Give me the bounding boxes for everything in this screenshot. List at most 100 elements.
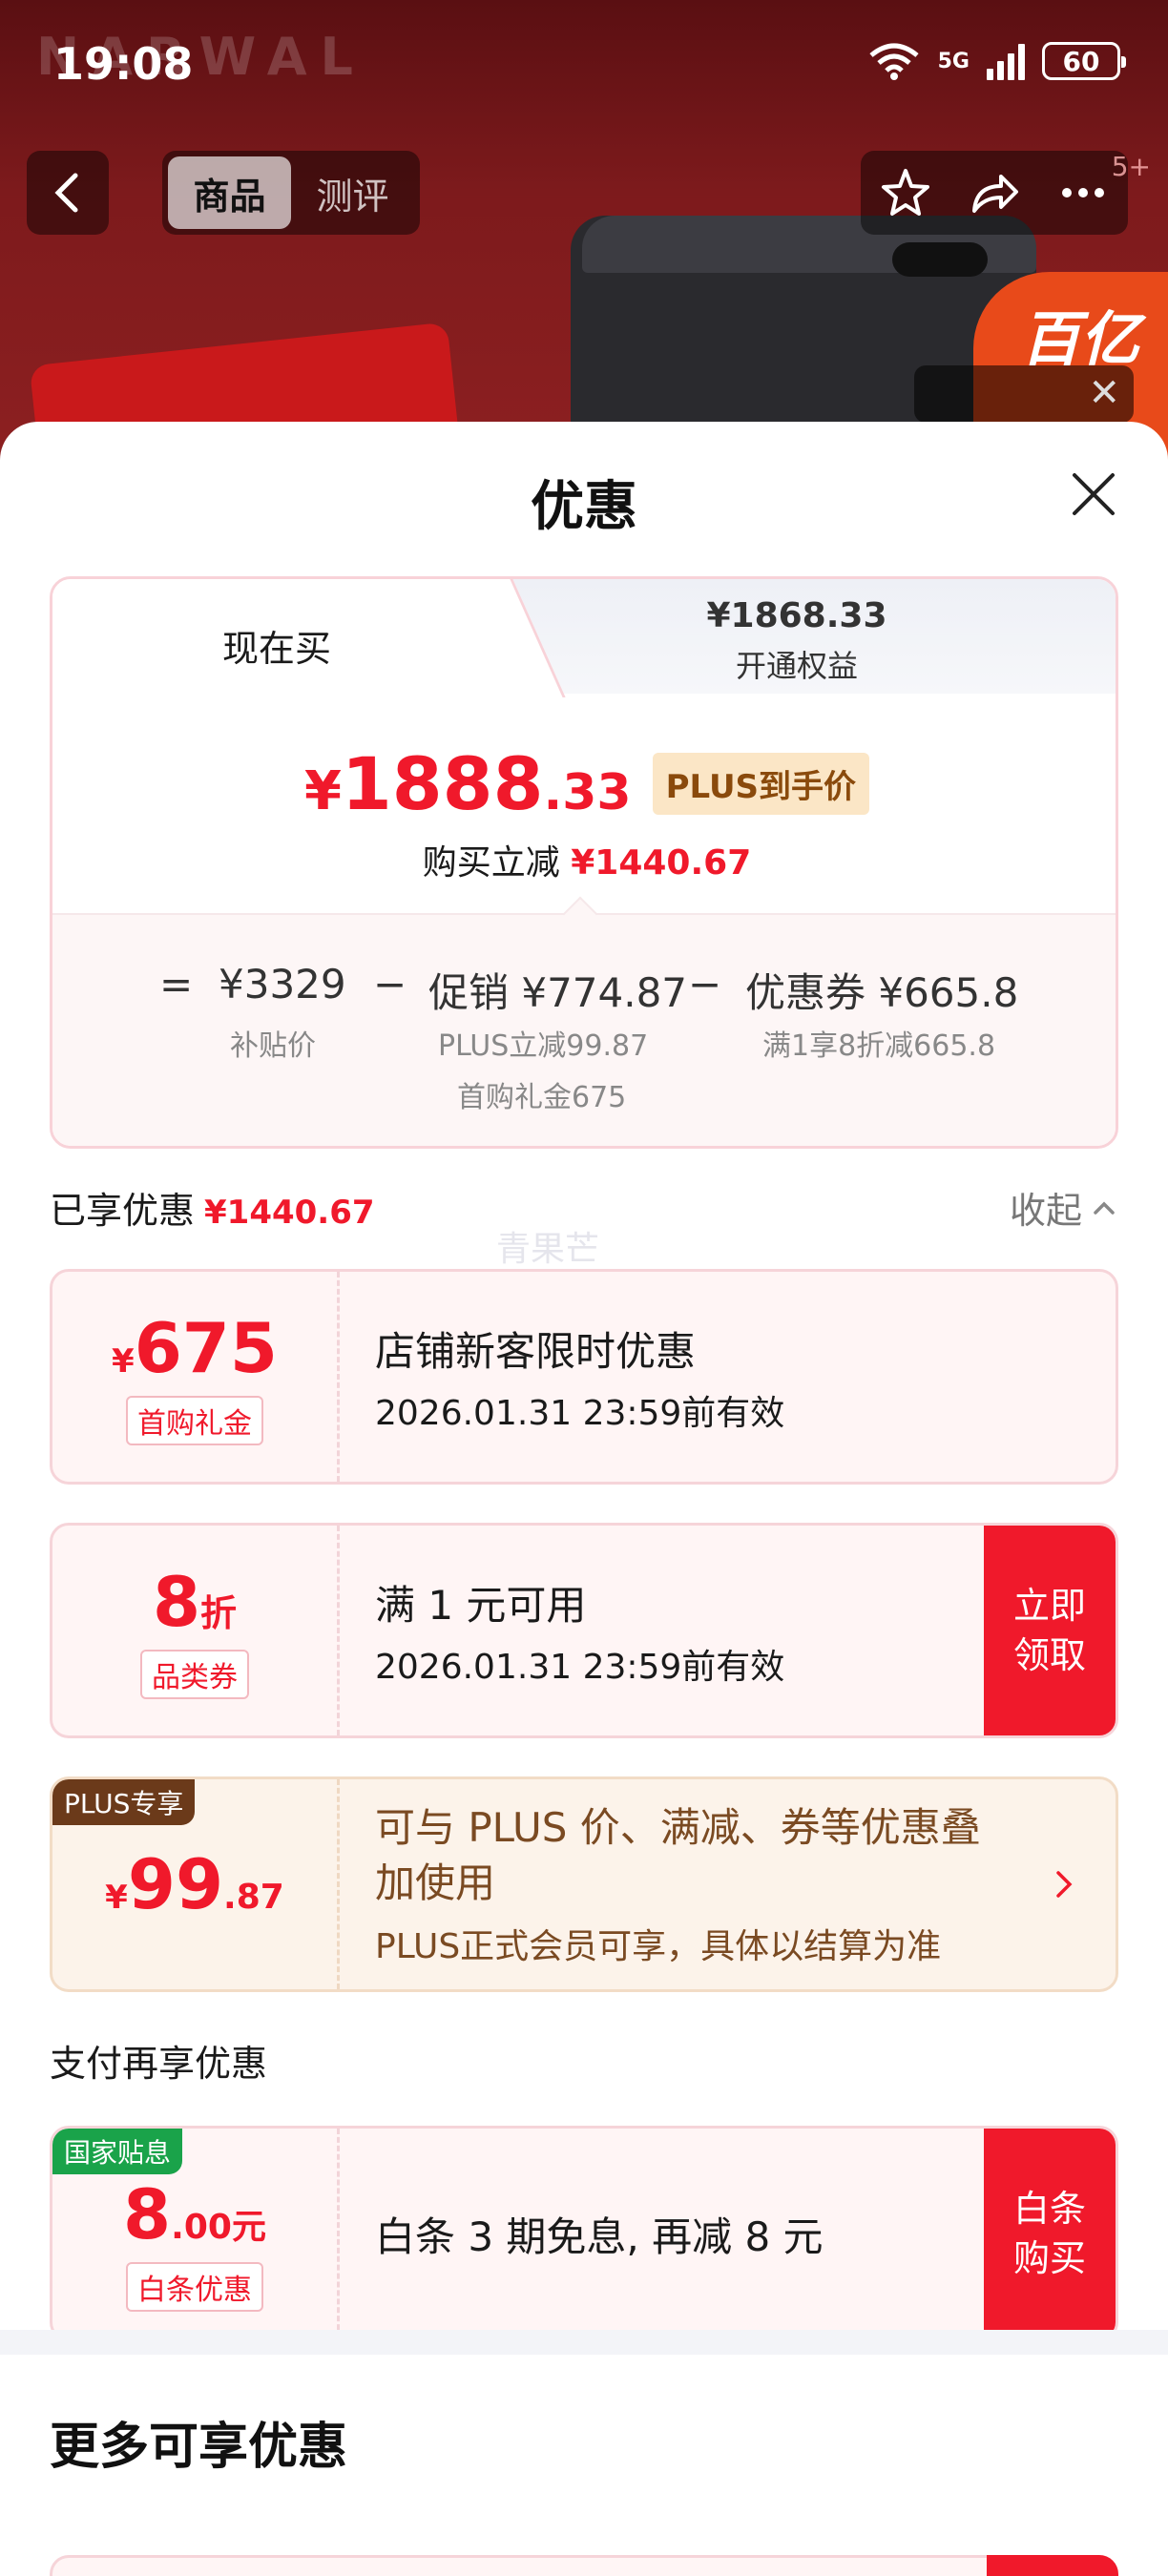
formula-base-label: 补贴价 — [230, 1029, 316, 1063]
amount-decimal: .00 — [171, 2208, 232, 2247]
price-decimal: .33 — [543, 764, 632, 821]
collapse-toggle[interactable]: 收起 — [1010, 1181, 1118, 1234]
top-actions — [861, 151, 1128, 235]
baitiao-buy-button[interactable]: 白条 购买 — [984, 2129, 1116, 2338]
share-icon[interactable] — [967, 165, 1022, 220]
coupon-detail: 店铺新客限时优惠 2026.01.31 23:59前有效 — [375, 1272, 972, 1482]
battery-icon: 60 — [1042, 42, 1126, 80]
battery-level: 60 — [1062, 45, 1100, 77]
chevron-right-icon — [1051, 1779, 1077, 1989]
tab-plus-label: 开通权益 — [735, 648, 858, 684]
coupon-title: 白条 3 期免息, 再减 8 元 — [375, 2212, 824, 2260]
formula-minus-1: − — [373, 961, 407, 1008]
discount-sheet: 优惠 现在买 ¥1868.33 开通权益 ¥ 1888 .33 PLUS到手价 … — [0, 422, 1168, 2576]
close-icon[interactable]: ✕ — [1088, 371, 1120, 415]
watermark: 青果芒 — [496, 1230, 600, 1269]
close-icon — [1073, 473, 1115, 515]
coupon-divider — [337, 1779, 340, 1989]
coupon-detail: 白条 3 期免息, 再减 8 元 — [375, 2129, 972, 2338]
chevron-up-icon — [1094, 1201, 1115, 1215]
reduce-value: ¥1440.67 — [571, 843, 752, 883]
product-handle — [892, 242, 988, 277]
coupon-plus[interactable]: ¥ 99 .87 PLUS专享 可与 PLUS 价、满减、券等优惠叠加使用 PL… — [50, 1776, 1118, 1992]
coupon-divider — [337, 1526, 340, 1735]
coupon-type-tag: 白条优惠 — [126, 2262, 263, 2312]
floating-ad: ✕ — [914, 365, 1134, 423]
tab-product[interactable]: 商品 — [168, 156, 291, 229]
formula-coupon: 优惠券 ¥665.8 — [745, 969, 1019, 1016]
claim-coupon-button[interactable]: 立即 领取 — [984, 1526, 1116, 1735]
reduce-label: 购买立减 — [422, 843, 560, 883]
coupon-validity: 2026.01.31 23:59前有效 — [375, 1393, 785, 1433]
tab-plus-price: ¥1868.33 — [706, 596, 887, 635]
signal-icon — [987, 42, 1025, 80]
coupon-title: 可与 PLUS 价、满减、券等优惠叠加使用 — [375, 1804, 981, 1906]
coupon-baitiao: 8 .00 元 白条优惠 国家贴息 白条 3 期免息, 再减 8 元 白条 购买 — [50, 2126, 1118, 2341]
status-time: 19:08 — [53, 38, 194, 90]
coupon-first-purchase: ¥ 675 首购礼金 店铺新客限时优惠 2026.01.31 23:59前有效 — [50, 1269, 1118, 1485]
gov-subsidy-tag: 国家贴息 — [52, 2129, 183, 2174]
coupon-note: PLUS正式会员可享，具体以结算为准 — [375, 1927, 942, 1966]
plus-exclusive-tag: PLUS专享 — [52, 1779, 196, 1825]
final-price: ¥ 1888 .33 PLUS到手价 — [52, 741, 1116, 826]
more-icon[interactable] — [1055, 165, 1111, 220]
formula-coupon-label: 满1享8折减665.8 — [762, 1029, 996, 1063]
coupon-category: 8 折 品类券 满 1 元可用 2026.01.31 23:59前有效 立即 领… — [50, 1523, 1118, 1738]
coupon-amount: 8 折 — [153, 1562, 237, 1642]
coupon-type-tag: 首购礼金 — [126, 1396, 263, 1445]
coupon-amount: 8 .00 元 — [123, 2174, 266, 2254]
coupon-title: 满 1 元可用 — [375, 1581, 587, 1629]
currency-symbol: ¥ — [105, 1879, 128, 1917]
back-button[interactable] — [27, 151, 109, 235]
section-separator — [0, 2330, 1168, 2355]
plus-price-tag: PLUS到手价 — [652, 753, 870, 815]
formula-minus-2: − — [688, 961, 722, 1008]
reduce-summary: 购买立减 ¥1440.67 — [52, 835, 1116, 884]
close-button[interactable] — [1069, 469, 1118, 519]
coupon-amount-area: ¥ 675 首购礼金 — [52, 1272, 337, 1482]
network-type: 5G — [937, 49, 970, 73]
more-discounts-title: 更多可享优惠 — [50, 2419, 348, 2476]
coupon-amount: ¥ 99 .87 — [105, 1844, 284, 1924]
status-icons: 5G 60 — [867, 42, 1126, 80]
coupon-detail: 满 1 元可用 2026.01.31 23:59前有效 — [375, 1526, 972, 1735]
coupon-peek-button[interactable] — [987, 2555, 1118, 2576]
coupon-amount-area: 8 折 品类券 — [52, 1526, 337, 1735]
promo-badge-text: 百亿 — [1021, 304, 1140, 374]
amount-value: 675 — [134, 1308, 278, 1388]
background-product-page: 百亿 NARWAL 19:08 5G 60 商品 测评 5+ ✕ — [0, 0, 1168, 477]
coupon-amount: ¥ 675 — [112, 1308, 278, 1388]
coupon-title: 店铺新客限时优惠 — [375, 1327, 697, 1375]
coupon-type-tag: 品类券 — [140, 1650, 249, 1699]
formula-promo-gift: 首购礼金675 — [457, 1081, 627, 1114]
formula-base-price: ¥3329 — [219, 961, 346, 1008]
amount-unit: 元 — [231, 2208, 266, 2247]
currency-symbol: ¥ — [112, 1342, 135, 1381]
notification-badge: 5+ — [1111, 151, 1151, 182]
price-symbol: ¥ — [303, 760, 342, 822]
enjoyed-label: 已享优惠 — [50, 1190, 196, 1232]
formula-equals: = — [159, 961, 194, 1008]
discount-unit: 折 — [200, 1592, 238, 1634]
enjoyed-discount: 已享优惠 ¥1440.67 — [50, 1181, 375, 1234]
coupon-divider — [337, 1272, 340, 1482]
tab-buy-now-label: 现在买 — [221, 628, 331, 670]
chevron-left-icon — [54, 173, 78, 213]
coupon-divider — [337, 2129, 340, 2338]
price-integer: 1888 — [341, 741, 544, 826]
coupon-validity: 2026.01.31 23:59前有效 — [375, 1647, 785, 1687]
formula-promo-plus: PLUS立减99.87 — [438, 1029, 649, 1063]
segment-tabs: 商品 测评 — [162, 151, 420, 235]
sheet-title: 优惠 — [531, 476, 637, 538]
amount-value: 99 — [127, 1844, 224, 1924]
collapse-label: 收起 — [1009, 1190, 1082, 1232]
tab-review[interactable]: 测评 — [291, 156, 414, 229]
amount-decimal: .87 — [223, 1878, 284, 1917]
amount-value: 8 — [123, 2174, 172, 2254]
wifi-icon — [867, 42, 921, 80]
enjoyed-value: ¥1440.67 — [204, 1194, 375, 1232]
star-icon[interactable] — [878, 165, 933, 220]
discount-value: 8 — [152, 1562, 201, 1642]
formula-promo: 促销 ¥774.87 — [428, 969, 688, 1016]
price-breakdown-card: 现在买 ¥1868.33 开通权益 ¥ 1888 .33 PLUS到手价 购买立… — [50, 576, 1118, 1149]
